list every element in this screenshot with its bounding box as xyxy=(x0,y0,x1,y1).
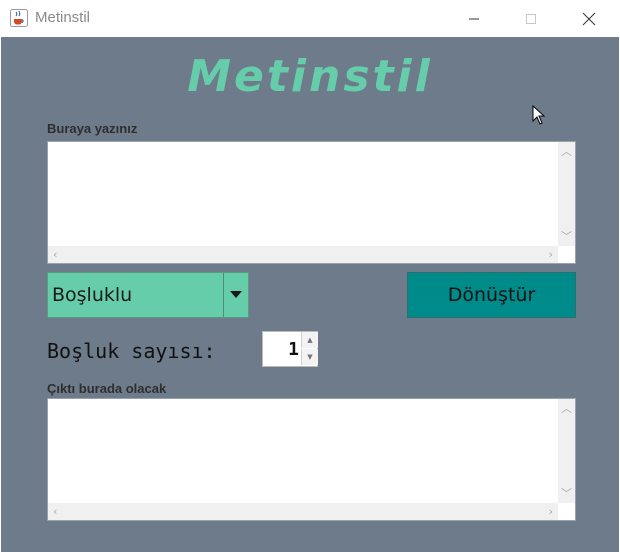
mode-select[interactable]: Boşluklu xyxy=(47,272,249,318)
mode-select-dropdown-button[interactable] xyxy=(223,273,248,317)
maximize-icon xyxy=(526,13,536,24)
mode-select-value: Boşluklu xyxy=(52,284,133,306)
minimize-icon xyxy=(469,18,479,19)
minimize-button[interactable] xyxy=(451,0,497,37)
scroll-down-icon[interactable]: ﹀ xyxy=(561,488,572,499)
page-title: Metinstil xyxy=(187,51,433,102)
scroll-left-icon[interactable]: ‹ xyxy=(53,249,57,260)
output-horizontal-scrollbar[interactable]: ‹ › xyxy=(48,503,558,520)
input-vertical-scrollbar[interactable]: ︿ ﹀ xyxy=(558,142,575,246)
spinner-up-icon: ▲ xyxy=(307,336,313,344)
scroll-corner xyxy=(558,246,575,263)
scroll-left-icon[interactable]: ‹ xyxy=(53,506,57,517)
scroll-up-icon[interactable]: ︿ xyxy=(561,403,572,414)
spacing-value[interactable]: 1 xyxy=(263,339,299,360)
close-button[interactable] xyxy=(566,0,612,37)
input-horizontal-scrollbar[interactable]: ‹ › xyxy=(48,246,558,263)
mouse-cursor-icon xyxy=(532,105,546,125)
spinner-down-button[interactable]: ▼ xyxy=(301,349,318,365)
window-titlebar: Metinstil xyxy=(0,0,620,37)
input-textarea[interactable] xyxy=(49,143,557,245)
spinner-up-button[interactable]: ▲ xyxy=(301,332,318,348)
window-title: Metinstil xyxy=(35,9,91,26)
spinner-down-icon: ▼ xyxy=(307,353,313,361)
convert-button[interactable]: Dönüştür xyxy=(407,272,576,318)
spacing-label: Boşluk sayısı: xyxy=(47,339,216,363)
scroll-right-icon[interactable]: › xyxy=(549,249,553,260)
java-cup-icon xyxy=(10,9,28,27)
content-pane: Metinstil Buraya yazınız ︿ ﹀ ‹ › Boşlukl… xyxy=(1,37,619,552)
output-label: Çıktı burada olacak xyxy=(47,381,167,396)
output-vertical-scrollbar[interactable]: ︿ ﹀ xyxy=(558,399,575,503)
spacing-spinner[interactable]: 1 ▲ ▼ xyxy=(262,331,318,367)
scroll-corner xyxy=(558,503,575,520)
output-scroll-pane: ︿ ﹀ ‹ › xyxy=(47,398,576,521)
output-textarea[interactable] xyxy=(49,400,557,502)
scroll-down-icon[interactable]: ﹀ xyxy=(561,231,572,242)
maximize-button[interactable] xyxy=(508,0,554,37)
scroll-right-icon[interactable]: › xyxy=(549,506,553,517)
input-label: Buraya yazınız xyxy=(47,121,138,136)
dropdown-arrow-icon xyxy=(230,291,242,298)
close-icon xyxy=(582,12,596,25)
input-scroll-pane: ︿ ﹀ ‹ › xyxy=(47,141,576,264)
scroll-up-icon[interactable]: ︿ xyxy=(561,146,572,157)
